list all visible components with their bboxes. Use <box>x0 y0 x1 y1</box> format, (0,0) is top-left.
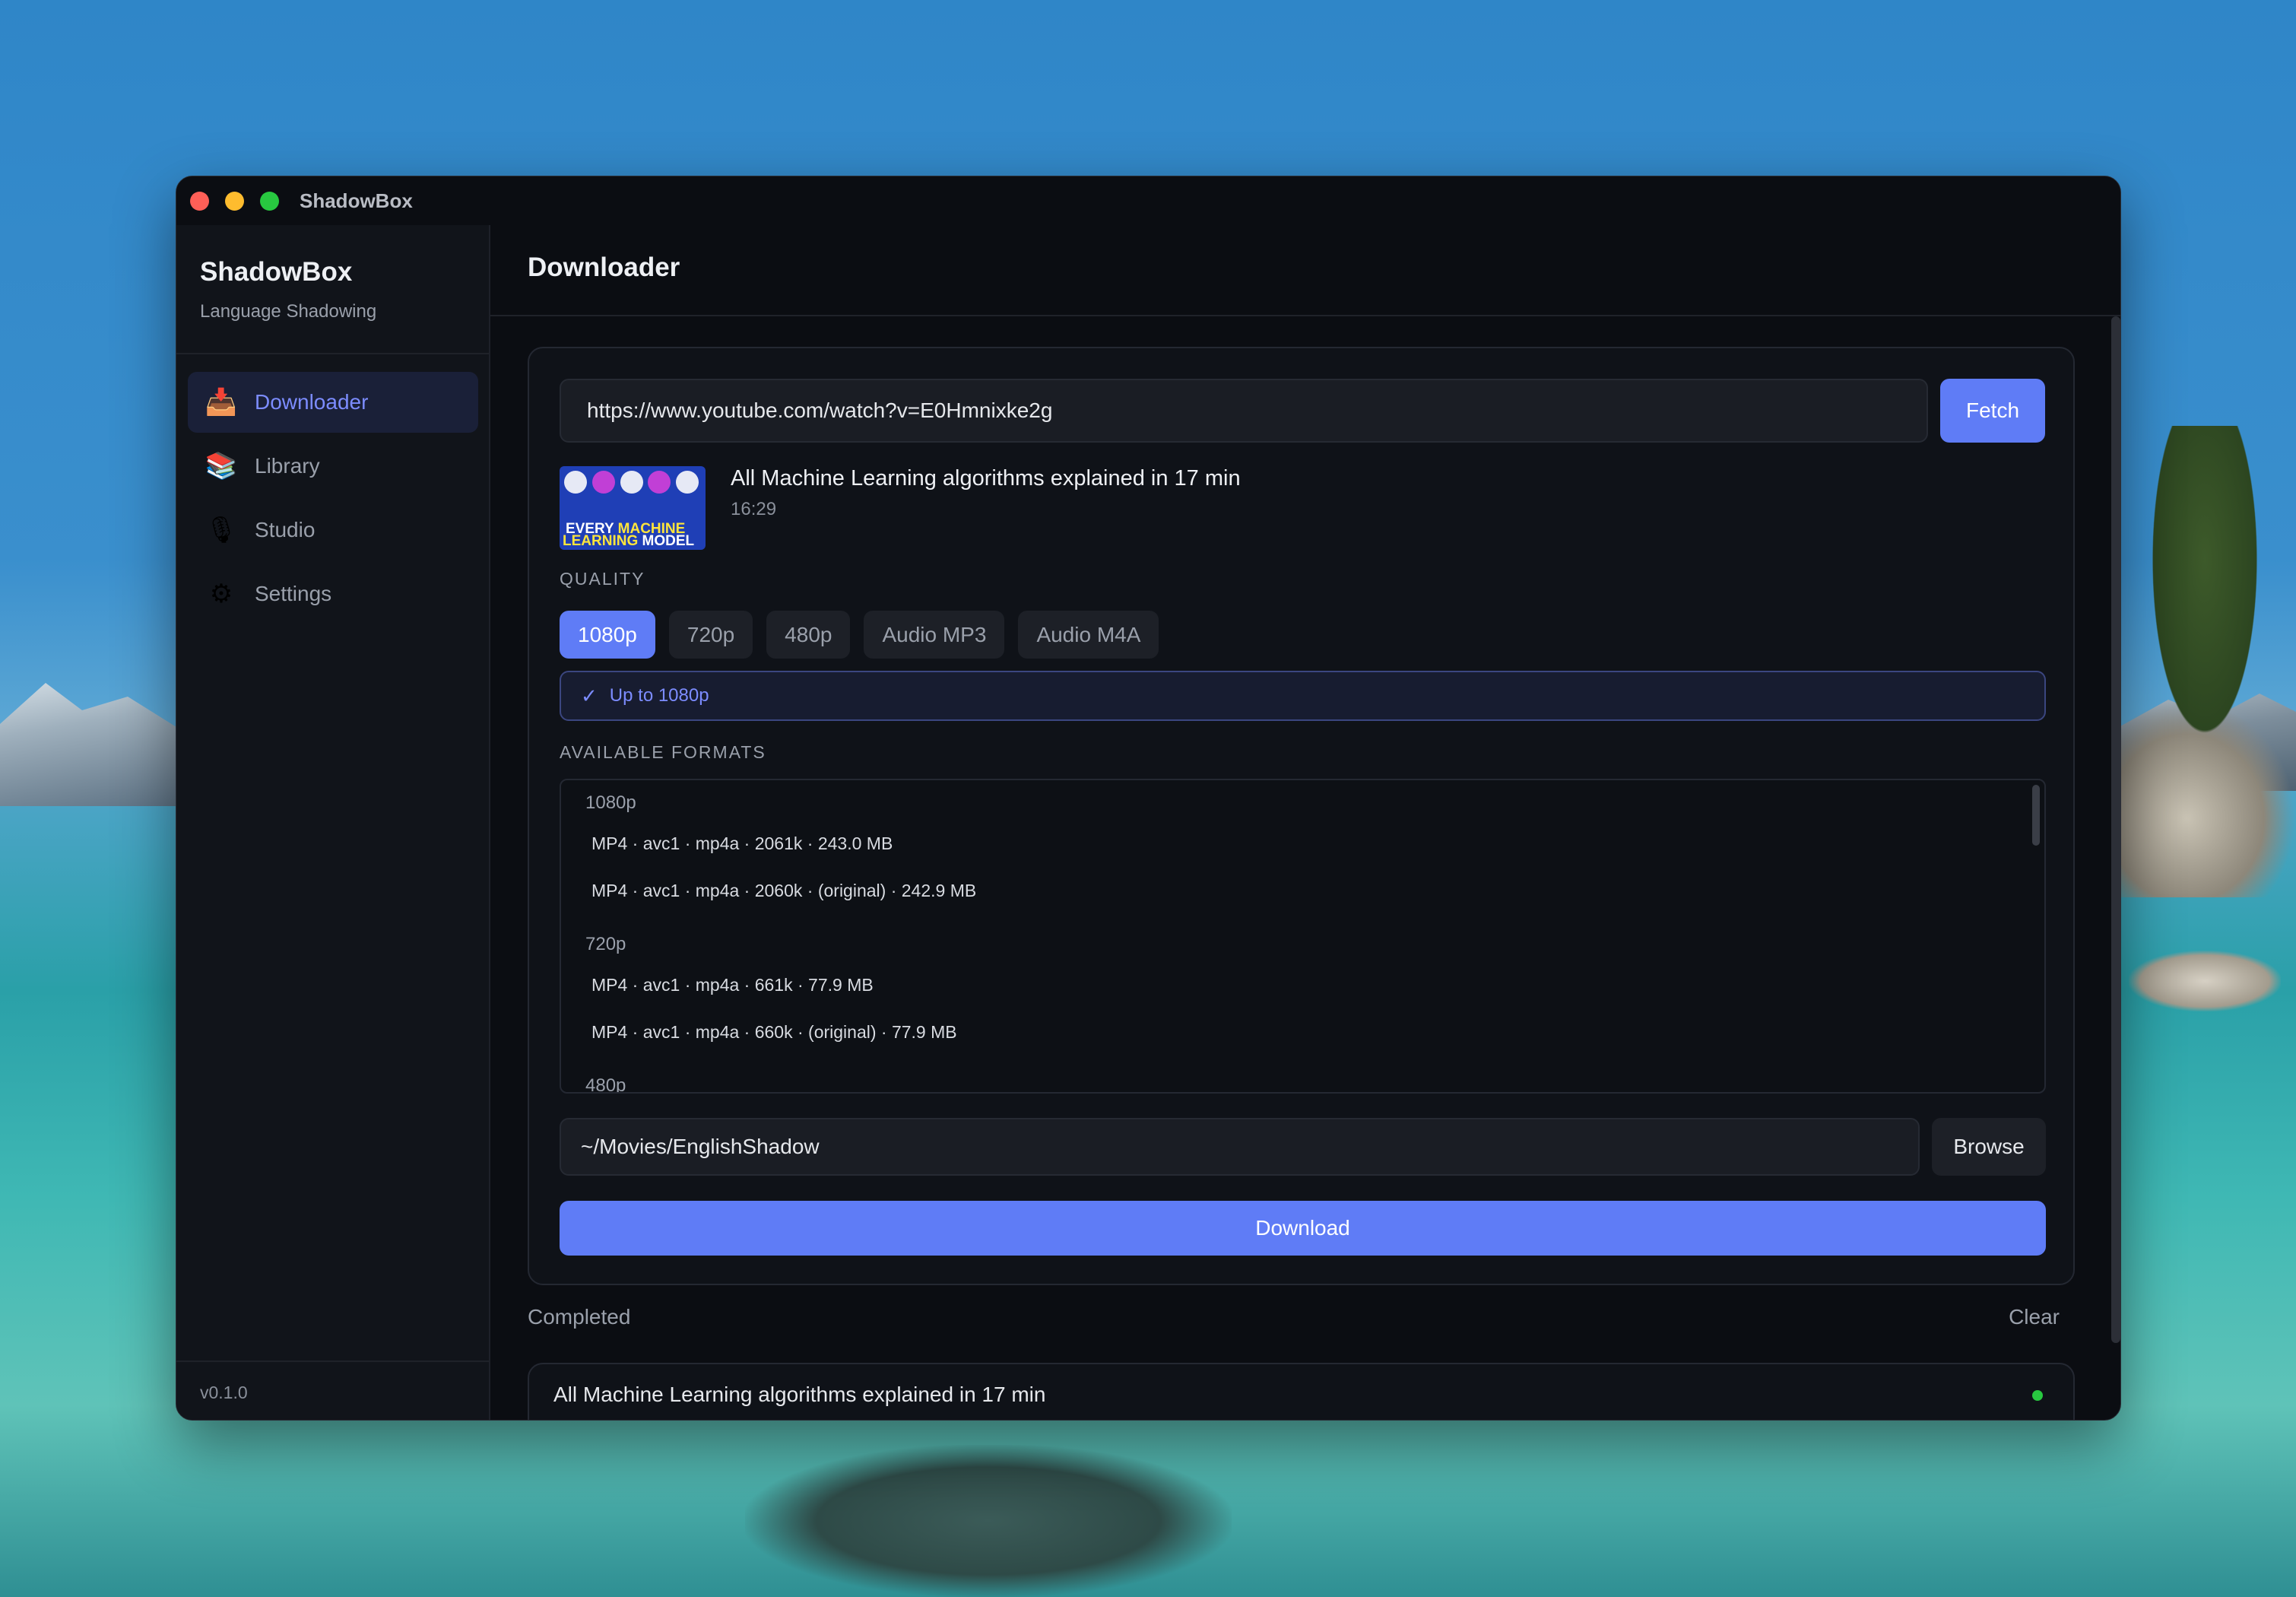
books-icon: 📚 <box>205 452 238 481</box>
quality-option-720p[interactable]: 720p <box>668 611 753 659</box>
thumbnail-icons <box>564 471 701 525</box>
format-group-header: 1080p <box>585 792 636 813</box>
check-icon: ✓ <box>581 684 598 707</box>
formats-scrollbar[interactable] <box>2032 785 2040 846</box>
format-item[interactable]: MP4 · avc1 · mp4a · 2061k · 243.0 MB <box>591 833 893 854</box>
sidebar-brand: ShadowBox <box>200 257 353 287</box>
main-scrollbar[interactable] <box>2111 316 2120 1343</box>
quality-note: ✓ Up to 1080p <box>560 671 2046 721</box>
browse-button[interactable]: Browse <box>1932 1118 2046 1176</box>
quality-label: QUALITY <box>560 569 645 589</box>
sidebar: ShadowBox Language Shadowing 📥 Downloade… <box>176 225 490 1420</box>
sidebar-divider <box>176 353 489 354</box>
fetch-button[interactable]: Fetch <box>1940 379 2045 443</box>
sidebar-item-label: Settings <box>255 582 332 605</box>
sidebar-item-label: Studio <box>255 518 316 541</box>
microphone-icon: 🎙 <box>205 516 238 545</box>
quality-option-audio-m4a[interactable]: Audio M4A <box>1018 611 1159 659</box>
page-title: Downloader <box>528 252 680 282</box>
format-group-header: 480p <box>585 1075 626 1094</box>
sidebar-nav: 📥 Downloader 📚 Library 🎙 Studio ⚙ Settin… <box>188 372 478 627</box>
sidebar-item-settings[interactable]: ⚙ Settings <box>188 564 478 624</box>
sidebar-subtitle: Language Shadowing <box>200 301 377 322</box>
format-item[interactable]: MP4 · avc1 · mp4a · 661k · 77.9 MB <box>591 975 874 995</box>
app-window: ShadowBox ShadowBox Language Shadowing 📥… <box>176 176 2121 1421</box>
download-button[interactable]: Download <box>560 1201 2046 1256</box>
titlebar: ShadowBox <box>176 176 2120 225</box>
inbox-tray-icon: 📥 <box>205 388 238 417</box>
version-divider <box>176 1360 489 1362</box>
format-item[interactable]: MP4 · avc1 · mp4a · 660k · (original) · … <box>591 1022 957 1043</box>
downloader-card: Fetch EVERY MACHINE LEARNING MODEL All M… <box>528 347 2075 1285</box>
sidebar-item-label: Downloader <box>255 390 369 414</box>
video-thumbnail: EVERY MACHINE LEARNING MODEL <box>560 466 706 550</box>
completed-item[interactable]: All Machine Learning algorithms explaine… <box>528 1363 2075 1420</box>
desktop-underwater-rock <box>745 1445 1232 1597</box>
status-dot <box>2032 1390 2043 1401</box>
app-version: v0.1.0 <box>200 1383 248 1402</box>
video-title: All Machine Learning algorithms explaine… <box>731 466 1241 491</box>
sidebar-item-label: Library <box>255 454 320 478</box>
sidebar-item-downloader[interactable]: 📥 Downloader <box>188 372 478 433</box>
formats-list[interactable]: 1080p MP4 · avc1 · mp4a · 2061k · 243.0 … <box>560 779 2046 1094</box>
desktop-rock-shore <box>2129 951 2281 1011</box>
minimize-window-button[interactable] <box>225 191 244 211</box>
clear-button[interactable]: Clear <box>2009 1305 2060 1329</box>
close-window-button[interactable] <box>190 191 209 211</box>
main-content: Downloader Fetch EVERY MACHINE LEARNING … <box>490 225 2120 1420</box>
quality-option-480p[interactable]: 480p <box>766 611 851 659</box>
quality-option-1080p[interactable]: 1080p <box>560 611 655 659</box>
desktop-mountains-left <box>0 683 182 806</box>
output-path-input[interactable] <box>560 1118 1920 1176</box>
gear-icon: ⚙ <box>209 579 233 608</box>
formats-label: AVAILABLE FORMATS <box>560 742 766 762</box>
video-duration: 16:29 <box>731 499 777 519</box>
quality-options: 1080p 720p 480p Audio MP3 Audio M4A <box>560 611 1159 659</box>
completed-item-title: All Machine Learning algorithms explaine… <box>553 1383 1046 1406</box>
header-divider <box>490 315 2120 316</box>
desktop-tree <box>2144 426 2266 760</box>
sidebar-item-library[interactable]: 📚 Library <box>188 436 478 497</box>
format-group-header: 720p <box>585 934 626 954</box>
sidebar-item-studio[interactable]: 🎙 Studio <box>188 500 478 560</box>
format-item[interactable]: MP4 · avc1 · mp4a · 2060k · (original) ·… <box>591 881 976 901</box>
quality-note-text: Up to 1080p <box>609 685 709 706</box>
quality-option-audio-mp3[interactable]: Audio MP3 <box>864 611 1005 659</box>
completed-section-label: Completed <box>528 1305 631 1329</box>
window-title: ShadowBox <box>300 189 413 212</box>
zoom-window-button[interactable] <box>260 191 279 211</box>
thumbnail-text-bottom: LEARNING MODEL <box>563 533 695 549</box>
url-input[interactable] <box>560 379 1928 443</box>
